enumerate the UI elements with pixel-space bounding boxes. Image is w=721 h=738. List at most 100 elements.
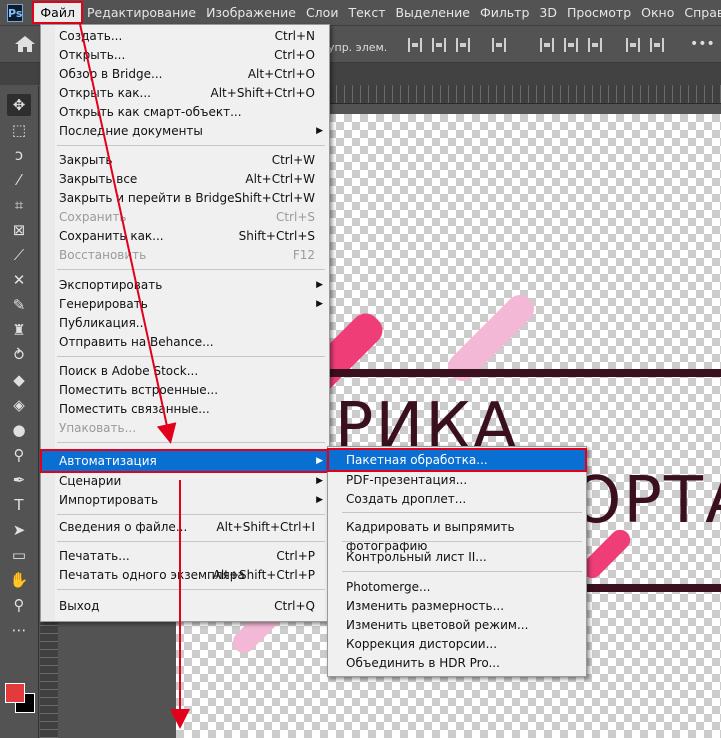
align-left-icon[interactable] <box>408 38 422 52</box>
menu-bar: Ps Файл Редактирование Изображение Слои … <box>0 0 721 26</box>
menu-item-share-behance[interactable]: Отправить на Behance... <box>41 333 329 352</box>
submenu-arrow-icon: ▶ <box>316 299 323 309</box>
stamp-icon[interactable]: ♜ <box>7 319 31 341</box>
eyedropper-icon[interactable]: ⟋ <box>7 244 31 266</box>
menu-item-import[interactable]: Импортировать ▶ <box>41 491 329 510</box>
distribute-top-icon[interactable] <box>540 38 554 52</box>
menu-filter[interactable]: Фильтр <box>475 5 534 20</box>
magic-wand-icon[interactable]: ⁄ <box>7 169 31 191</box>
zoom-icon[interactable]: ⚲ <box>7 594 31 616</box>
menu-item-scripts[interactable]: Сценарии ▶ <box>41 472 329 491</box>
distribute-left-icon[interactable] <box>626 38 640 52</box>
distribute-right-icon[interactable] <box>650 38 664 52</box>
menu-item-create-droplet[interactable]: Создать дроплет... <box>328 490 586 509</box>
menu-item-open[interactable]: Открыть... Ctrl+O <box>41 46 329 65</box>
distribute-middle-icon[interactable] <box>564 38 578 52</box>
menu-separator <box>57 541 325 542</box>
align-right-icon[interactable] <box>456 38 470 52</box>
menu-item-file-info[interactable]: Сведения о файле... Alt+Shift+Ctrl+I <box>41 518 329 537</box>
menu-separator <box>57 356 325 357</box>
menu-item-browse-bridge[interactable]: Обзор в Bridge... Alt+Ctrl+O <box>41 65 329 84</box>
menu-item-recent-documents[interactable]: Последние документы ▶ <box>41 122 329 141</box>
menu-item-pdf-presentation[interactable]: PDF-презентация... <box>328 471 586 490</box>
menu-item-exit[interactable]: Выход Ctrl+Q <box>41 597 329 616</box>
menu-edit[interactable]: Редактирование <box>82 5 201 20</box>
menu-item-fit-image[interactable]: Изменить размерность... <box>328 597 586 616</box>
menu-separator <box>57 269 325 270</box>
eraser-icon[interactable]: ◆ <box>7 369 31 391</box>
menu-item-open-as[interactable]: Открыть как... Alt+Shift+Ctrl+O <box>41 84 329 103</box>
menu-item-save-as[interactable]: Сохранить как... Shift+Ctrl+S <box>41 227 329 246</box>
menu-item-close-go-bridge[interactable]: Закрыть и перейти в Bridge... Shift+Ctrl+… <box>41 189 329 208</box>
photoshop-logo: Ps <box>7 3 24 22</box>
menu-select[interactable]: Выделение <box>390 5 474 20</box>
menu-item-crop-straighten[interactable]: Кадрировать и выпрямить фотографию <box>328 518 586 553</box>
type-icon[interactable]: T <box>7 494 31 516</box>
submenu-arrow-icon: ▶ <box>316 476 323 486</box>
crop-icon[interactable]: ⌗ <box>7 194 31 216</box>
align-top-icon[interactable] <box>492 38 506 52</box>
menu-separator <box>57 589 325 590</box>
healing-icon[interactable]: ✕ <box>7 269 31 291</box>
menu-item-place-embedded[interactable]: Поместить встроенные... <box>41 381 329 400</box>
more-options-icon[interactable]: ••• <box>690 36 715 52</box>
menu-separator <box>342 541 582 542</box>
dodge-icon[interactable]: ⚲ <box>7 444 31 466</box>
path-select-icon[interactable]: ➤ <box>7 519 31 541</box>
menu-item-merge-hdr[interactable]: Объединить в HDR Pro... <box>328 654 586 673</box>
pen-icon[interactable]: ✒ <box>7 469 31 491</box>
move-icon[interactable]: ✥ <box>7 94 31 116</box>
menu-separator <box>342 512 582 513</box>
frame-icon[interactable]: ⊠ <box>7 219 31 241</box>
menu-window[interactable]: Окно <box>636 5 679 20</box>
submenu-arrow-icon: ▶ <box>316 280 323 290</box>
menu-help[interactable]: Справка <box>679 5 721 20</box>
menu-item-new[interactable]: Создать... Ctrl+N <box>41 27 329 46</box>
submenu-arrow-icon: ▶ <box>316 495 323 505</box>
home-icon[interactable] <box>14 35 36 53</box>
distribute-bottom-icon[interactable] <box>588 38 602 52</box>
menu-image[interactable]: Изображение <box>201 5 301 20</box>
canvas-subline: ОРТА <box>571 464 721 538</box>
lasso-icon[interactable]: ↄ <box>7 144 31 166</box>
menu-item-batch[interactable]: Пакетная обработка... <box>327 448 587 472</box>
menu-separator <box>57 442 325 443</box>
menu-item-conditional-mode[interactable]: Изменить цветовой режим... <box>328 616 586 635</box>
menu-item-revert: Восстановить F12 <box>59 248 315 262</box>
menu-item-automate[interactable]: Автоматизация ▶ <box>40 449 330 473</box>
menu-3d[interactable]: 3D <box>534 5 562 20</box>
submenu-arrow-icon: ▶ <box>316 456 323 466</box>
align-center-icon[interactable] <box>432 38 446 52</box>
more-tools-icon[interactable]: ⋯ <box>7 619 31 641</box>
bucket-icon[interactable]: ◈ <box>7 394 31 416</box>
foreground-color-swatch[interactable] <box>5 683 25 703</box>
menu-item-photomerge[interactable]: Photomerge... <box>328 578 586 597</box>
tools-panel: ✥ ⬚ ↄ ⁄ ⌗ ⊠ ⟋ ✕ ✎ ♜ ⥁ ◆ ◈ ● ⚲ ✒ T ➤ ▭ ✋ … <box>0 86 39 738</box>
menu-type[interactable]: Текст <box>343 5 390 20</box>
menu-item-print-one-copy[interactable]: Печатать одного экземпляра Alt+Shift+Ctrl… <box>41 566 329 585</box>
marquee-icon[interactable]: ⬚ <box>7 119 31 141</box>
menu-view[interactable]: Просмотр <box>562 5 636 20</box>
automation-submenu: Пакетная обработка... PDF-презентация...… <box>327 446 587 677</box>
brush-icon[interactable]: ✎ <box>7 294 31 316</box>
menu-item-search-stock[interactable]: Поиск в Adobe Stock... <box>41 362 329 381</box>
menu-separator <box>57 145 325 146</box>
history-brush-icon[interactable]: ⥁ <box>7 344 31 366</box>
menu-item-print[interactable]: Печатать... Ctrl+P <box>41 547 329 566</box>
menu-item-generate[interactable]: Генерировать ▶ <box>41 295 329 314</box>
menu-item-lens-correction[interactable]: Коррекция дисторсии... <box>328 635 586 654</box>
hand-icon[interactable]: ✋ <box>7 569 31 591</box>
menu-item-contact-sheet[interactable]: Контрольный лист II... <box>328 548 586 567</box>
menu-item-open-smart-object[interactable]: Открыть как смарт-объект... <box>41 103 329 122</box>
rectangle-icon[interactable]: ▭ <box>7 544 31 566</box>
menu-item-close-all[interactable]: Закрыть все Alt+Ctrl+W <box>41 170 329 189</box>
menu-item-save: Сохранить Ctrl+S <box>59 210 315 224</box>
menu-file[interactable]: Файл <box>32 1 83 24</box>
blur-icon[interactable]: ● <box>7 419 31 441</box>
submenu-arrow-icon: ▶ <box>316 126 323 136</box>
menu-item-close[interactable]: Закрыть Ctrl+W <box>41 151 329 170</box>
menu-item-place-linked[interactable]: Поместить связанные... <box>41 400 329 419</box>
menu-layers[interactable]: Слои <box>301 5 344 20</box>
menu-item-export[interactable]: Экспортировать ▶ <box>41 276 329 295</box>
menu-item-publish[interactable]: Публикация... <box>41 314 329 333</box>
